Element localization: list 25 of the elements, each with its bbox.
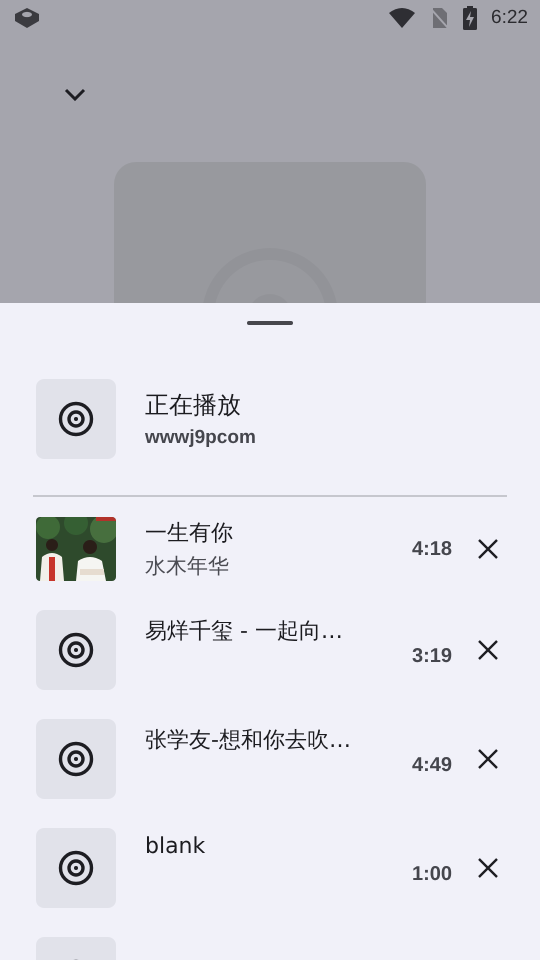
close-icon (476, 747, 500, 771)
disc-icon (58, 632, 94, 668)
battery-charging-icon (463, 6, 478, 30)
disc-icon (58, 741, 94, 777)
track-duration: 3:19 (412, 644, 452, 668)
clock: 6:22 (491, 7, 528, 29)
app-icon (14, 7, 40, 29)
wifi-icon (389, 8, 416, 28)
close-icon (476, 537, 500, 561)
disc-icon (58, 401, 94, 437)
drag-handle[interactable] (247, 321, 293, 325)
close-icon (476, 638, 500, 662)
track-duration: 1:00 (412, 862, 452, 886)
now-playing-title: 正在播放 (145, 390, 242, 421)
close-icon (476, 856, 500, 880)
track-title[interactable]: blank (145, 834, 412, 859)
chevron-down-icon[interactable] (62, 86, 88, 104)
track-duration: 4:49 (412, 754, 452, 776)
track-artist: 水木年华 (145, 553, 230, 580)
track-duration: 4:18 (412, 538, 452, 560)
track-title[interactable]: 一生有你 (145, 518, 412, 548)
now-playing-subtitle: wwwj9pcom (145, 427, 256, 449)
disc-icon (58, 850, 94, 886)
track-title[interactable]: 易烊千玺 - 一起向… (145, 616, 412, 646)
track-title[interactable]: 张学友-想和你去吹… (145, 725, 412, 755)
